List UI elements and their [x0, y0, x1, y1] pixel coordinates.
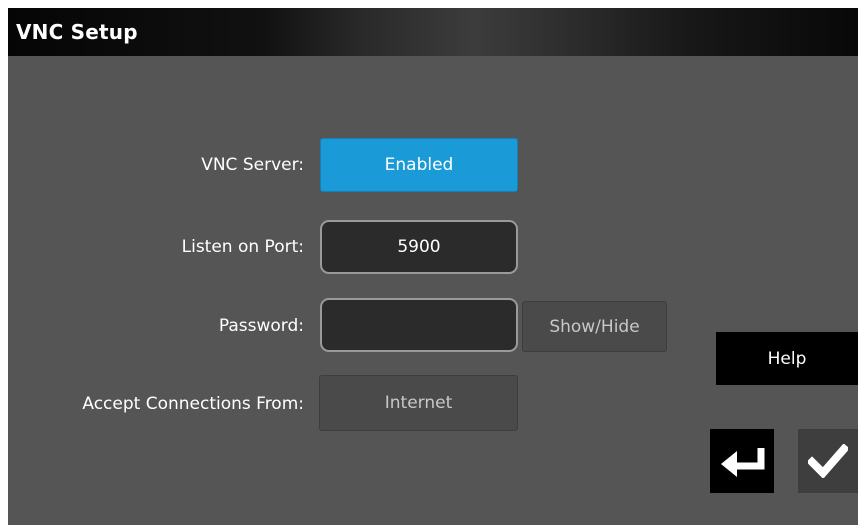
help-button[interactable]: Help [716, 332, 858, 385]
accept-connections-value: Internet [384, 393, 453, 413]
title-bar: VNC Setup [8, 8, 858, 56]
accept-connections-select[interactable]: Internet [319, 375, 518, 431]
password-field[interactable] [320, 298, 518, 352]
vnc-server-toggle-button[interactable]: Enabled [320, 138, 518, 192]
accept-connections-label: Accept Connections From: [82, 394, 304, 414]
return-arrow-icon [721, 448, 765, 477]
listen-port-label: Listen on Port: [181, 237, 304, 257]
vnc-server-value: Enabled [384, 155, 454, 175]
show-hide-label: Show/Hide [549, 316, 640, 337]
checkmark-icon [808, 444, 848, 478]
listen-port-value: 5900 [397, 237, 441, 257]
vnc-setup-screen: VNC Setup VNC Server: Enabled Listen on … [8, 8, 858, 525]
password-label: Password: [218, 316, 304, 336]
help-label: Help [767, 348, 807, 369]
page-title: VNC Setup [16, 20, 138, 44]
vnc-server-label: VNC Server: [201, 155, 304, 175]
listen-port-field[interactable]: 5900 [320, 220, 518, 274]
show-hide-button[interactable]: Show/Hide [522, 301, 667, 352]
back-button[interactable] [710, 429, 774, 493]
confirm-button[interactable] [798, 429, 858, 493]
